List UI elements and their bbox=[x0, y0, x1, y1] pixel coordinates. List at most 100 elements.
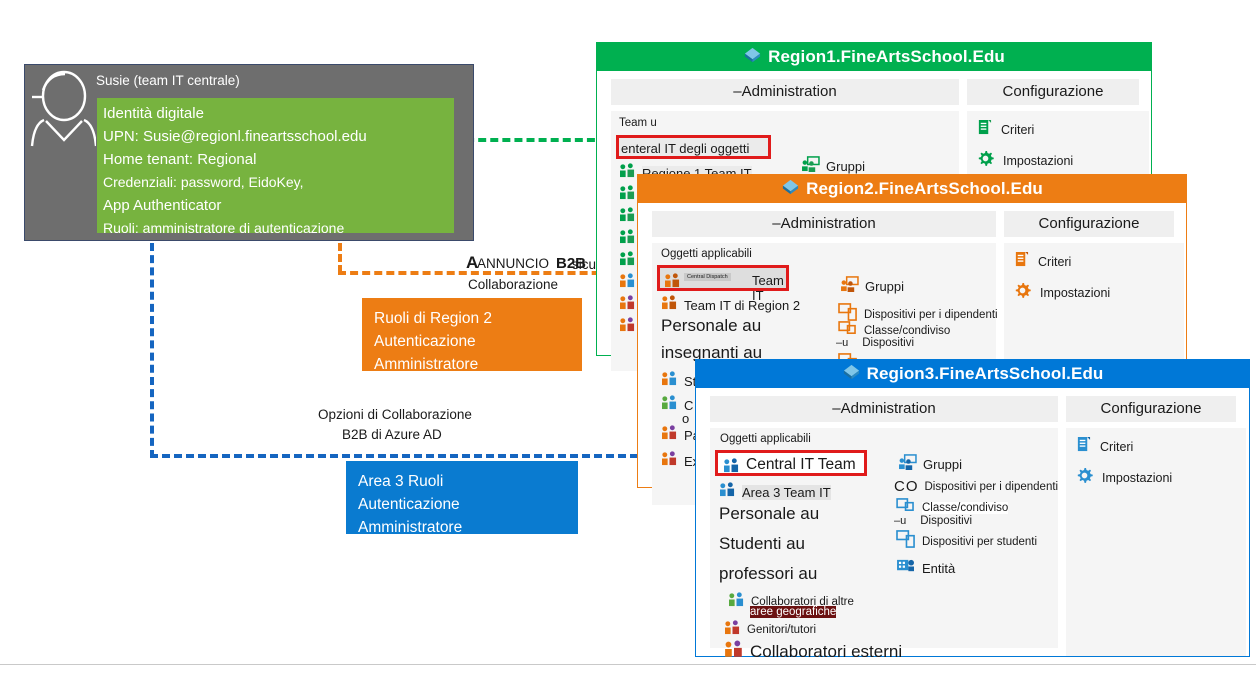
region3-body: –Administration Configurazione Oggetti a… bbox=[696, 388, 1249, 661]
region3-highlighted-item[interactable]: Central IT Team bbox=[715, 450, 867, 476]
users-group-icon bbox=[723, 458, 740, 478]
region3-config-item-1-label: Impostazioni bbox=[1102, 471, 1173, 485]
users-group-icon bbox=[664, 273, 681, 293]
policy-scroll-icon bbox=[1076, 436, 1091, 458]
users-group-icon bbox=[619, 251, 636, 271]
region3-admin-heading: Oggetti applicabili bbox=[720, 433, 811, 445]
users-external-icon bbox=[661, 425, 678, 445]
region3-config-item-0[interactable]: Criteri bbox=[1076, 436, 1246, 458]
callout-orange-line-0: Ruoli di Region 2 bbox=[374, 310, 493, 327]
gear-icon bbox=[1076, 467, 1093, 489]
azure-cube-icon bbox=[781, 178, 800, 206]
entity-icon bbox=[896, 558, 916, 579]
person-avatar-icon bbox=[30, 70, 96, 147]
callout-blue-line-2: Amministratore bbox=[358, 519, 463, 536]
region3-left-item-7[interactable]: Collaboratori esterni bbox=[724, 640, 902, 663]
region3-highlighted-label: Central IT Team bbox=[746, 456, 856, 473]
region3-left-item-2[interactable]: Studenti au bbox=[719, 534, 805, 554]
gear-icon bbox=[977, 150, 994, 172]
callout-blue-line-1: Autenticazione bbox=[358, 496, 460, 513]
region3-right-item-1-label: Dispositivi per i dipendenti bbox=[924, 480, 1059, 493]
region1-config-item-1[interactable]: Impostazioni bbox=[977, 150, 1149, 172]
region3-right-item-4[interactable]: Dispositivi per studenti bbox=[896, 530, 1037, 553]
region3-right-item-3[interactable]: –u Dispositivi bbox=[894, 515, 972, 527]
region1-highlighted-item[interactable]: enteral IT degli oggetti bbox=[616, 135, 771, 159]
region3-left-item-6-label: Genitori/tutori bbox=[747, 624, 817, 636]
region3-config-item-1[interactable]: Impostazioni bbox=[1076, 467, 1246, 489]
region2-highlighted-badge: Central Dispatch bbox=[684, 273, 731, 281]
users-external-icon bbox=[619, 295, 636, 315]
region2-title-bar: Region2.FineArtsSchool.Edu bbox=[638, 175, 1186, 203]
callout-orange-line-1: Autenticazione bbox=[374, 333, 476, 350]
users-external-icon bbox=[728, 592, 745, 612]
users-group-icon bbox=[661, 295, 678, 315]
region1-admin-heading: Team u bbox=[619, 117, 657, 129]
policy-scroll-icon bbox=[977, 119, 992, 141]
users-external-icon bbox=[661, 395, 678, 415]
region3-right-item-4-label: Dispositivi per studenti bbox=[922, 535, 1038, 548]
region1-admin-header: –Administration bbox=[611, 79, 959, 105]
users-external-icon bbox=[661, 451, 678, 471]
region2-config-item-0[interactable]: Criteri bbox=[1014, 251, 1184, 273]
region3-admin-header: –Administration bbox=[710, 396, 1058, 422]
region3-right-item-2-label: Classe/condiviso bbox=[922, 502, 1009, 514]
callout-region3-roles: Area 3 Ruoli Autenticazione Amministrato… bbox=[346, 461, 578, 536]
users-group-icon bbox=[719, 482, 736, 502]
users-group-icon bbox=[619, 163, 636, 183]
b2b-annotation-annuncio: ANNUNCIO bbox=[477, 256, 550, 271]
groups-icon bbox=[840, 276, 859, 297]
region3-left-item-0[interactable]: Area 3 Team IT bbox=[719, 482, 831, 502]
region1-right-item-0-label: Gruppi bbox=[826, 159, 866, 174]
region2-admin-header: –Administration bbox=[652, 211, 996, 237]
region3-right-item-3-label: Dispositivi bbox=[920, 515, 973, 527]
persona-detail-0: Identità digitale bbox=[103, 105, 204, 122]
region1-title-bar: Region1.FineArtsSchool.Edu bbox=[597, 43, 1151, 71]
region3-title: Region3.FineArtsSchool.Edu bbox=[866, 364, 1104, 383]
azure-cube-icon bbox=[743, 46, 762, 74]
persona-detail-2: Home tenant: Regional bbox=[103, 151, 257, 168]
region1-config-item-0-label: Criteri bbox=[1001, 123, 1035, 137]
region3-left-item-6[interactable]: Genitori/tutori bbox=[724, 620, 816, 640]
minus-u-icon: –u bbox=[836, 337, 849, 349]
region3-right-item-1[interactable]: CO Dispositivi per i dipendenti bbox=[894, 478, 1058, 495]
region3-config-header: Configurazione bbox=[1066, 396, 1236, 422]
persona-detail-3: Credenziali: password, EidoKey, bbox=[103, 174, 304, 190]
region2-admin-heading: Oggetti applicabili bbox=[661, 248, 752, 260]
region3-left-item-3[interactable]: professori au bbox=[719, 564, 817, 584]
region2-right-item-3[interactable]: –u Dispositivi bbox=[836, 337, 914, 349]
region1-highlighted-label: enteral IT degli oggetti bbox=[621, 141, 750, 156]
groups-icon bbox=[898, 454, 917, 475]
region2-left-item-0[interactable]: Team IT di Region 2 bbox=[661, 295, 800, 315]
minus-u-icon: –u bbox=[894, 515, 907, 527]
blue-dashed-connector bbox=[150, 454, 710, 458]
region2-config-item-1-label: Impostazioni bbox=[1040, 286, 1111, 300]
region3-config-item-0-label: Criteri bbox=[1100, 440, 1134, 454]
region2-config-item-0-label: Criteri bbox=[1038, 255, 1072, 269]
region3-admin-content: Oggetti applicabili Central IT Team Area… bbox=[710, 428, 1058, 661]
region2-left-item-1[interactable]: Personale au bbox=[661, 316, 761, 336]
region3-left-item-1[interactable]: Personale au bbox=[719, 504, 819, 524]
region3-panel[interactable]: Region3.FineArtsSchool.Edu –Administrati… bbox=[695, 359, 1250, 661]
region2-right-item-3-label: Dispositivi bbox=[862, 337, 915, 349]
region3-left-item-5: aree geografiche bbox=[750, 606, 837, 618]
region2-title: Region2.FineArtsSchool.Edu bbox=[806, 179, 1043, 198]
region3-left-item-0-label: Area 3 Team IT bbox=[742, 484, 831, 500]
region2-left-item-5: o bbox=[682, 411, 690, 426]
region3-right-item-0[interactable]: Gruppi bbox=[898, 454, 962, 475]
region2-config-item-1[interactable]: Impostazioni bbox=[1014, 282, 1184, 304]
region2-right-item-0[interactable]: Gruppi bbox=[840, 276, 904, 297]
region3-left-item-7-label: Collaboratori esterni bbox=[750, 641, 903, 661]
persona-detail-1: UPN: Susie@regionl.fineartsschool.edu bbox=[103, 128, 367, 145]
users-external-icon bbox=[619, 273, 636, 293]
collab-annotation-line2: B2B di Azure AD bbox=[342, 427, 442, 442]
users-group-icon bbox=[661, 371, 678, 391]
region3-right-item-5[interactable]: Entità bbox=[896, 558, 955, 579]
region2-left-item-0-label: Team IT di Region 2 bbox=[684, 297, 801, 313]
azure-cube-icon bbox=[842, 363, 861, 391]
region2-right-item-2-label: Classe/condiviso bbox=[864, 325, 951, 337]
callout-blue-line-0: Area 3 Ruoli bbox=[358, 473, 444, 490]
region2-highlighted-item[interactable]: Central Dispatch Team IT bbox=[657, 265, 789, 303]
orange-vertical-connector bbox=[338, 243, 342, 273]
region1-config-item-0[interactable]: Criteri bbox=[977, 119, 1149, 141]
region2-config-header: Configurazione bbox=[1004, 211, 1174, 237]
